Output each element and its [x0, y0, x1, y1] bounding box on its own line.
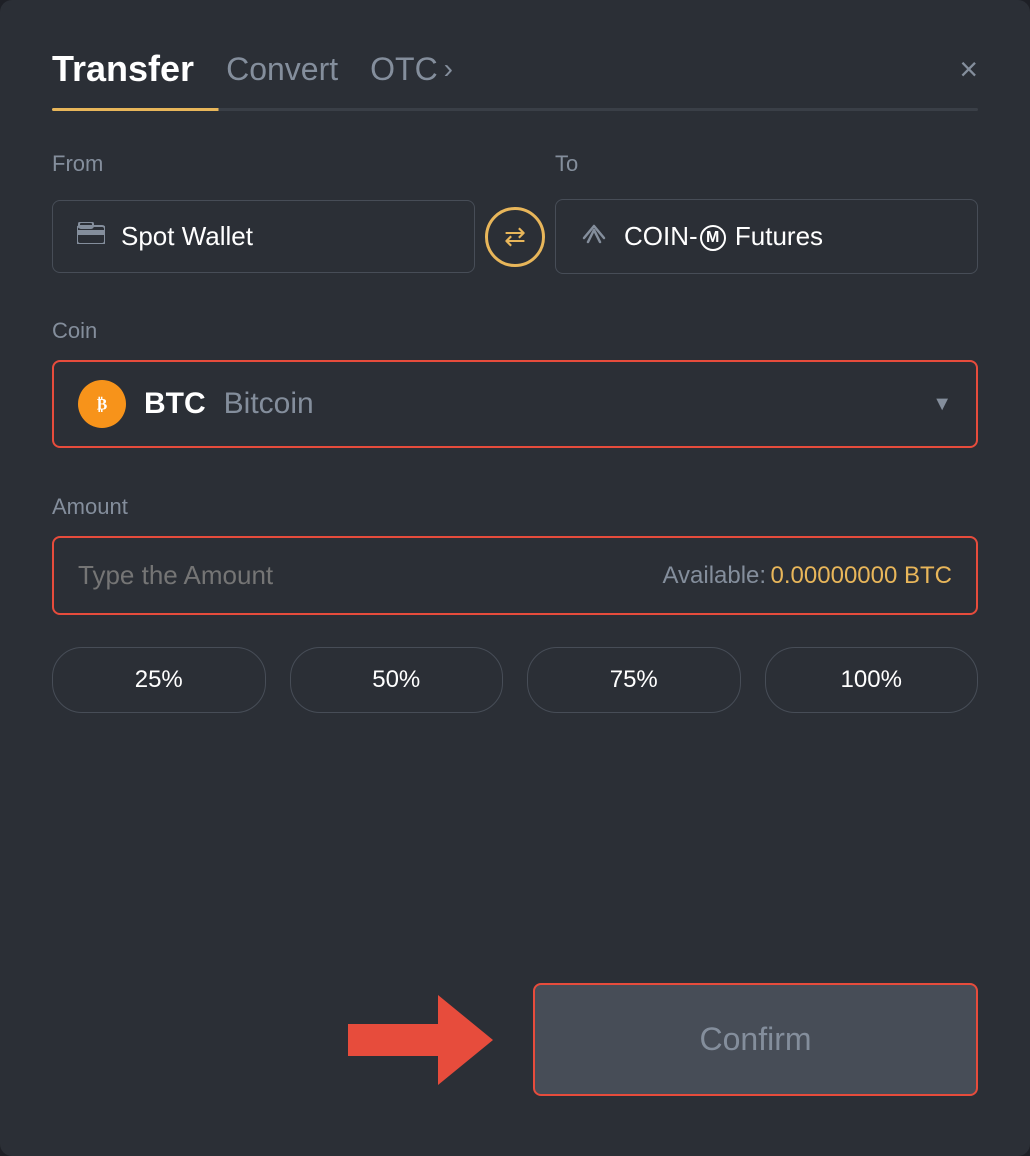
modal-header: Transfer Convert OTC › × — [52, 48, 978, 90]
percent-25-button[interactable]: 25% — [52, 647, 266, 713]
percent-100-button[interactable]: 100% — [765, 647, 979, 713]
coin-symbol: BTC — [144, 387, 206, 421]
tab-convert[interactable]: Convert — [226, 51, 338, 88]
available-amount: 0.00000000 BTC — [771, 562, 952, 589]
to-wallet-box[interactable]: COIN-M Futures — [555, 199, 978, 274]
available-label: Available: — [662, 562, 766, 589]
available-display: Available: 0.00000000 BTC — [662, 562, 952, 590]
amount-input[interactable] — [78, 560, 662, 591]
swap-btn-wrap: ⇄ — [475, 207, 555, 267]
confirm-button[interactable]: Confirm — [533, 983, 978, 1096]
from-to-row: Spot Wallet ⇄ COIN-M Futures — [52, 199, 978, 274]
from-wallet-box[interactable]: Spot Wallet — [52, 200, 475, 273]
red-arrow-icon — [348, 995, 493, 1085]
transfer-modal: Transfer Convert OTC › × From To — [0, 0, 1030, 1156]
swap-button[interactable]: ⇄ — [485, 207, 545, 267]
close-button[interactable]: × — [959, 53, 978, 85]
coin-section: Coin ₿ BTC Bitcoin ▼ — [52, 318, 978, 448]
wallet-card-icon — [77, 222, 105, 251]
futures-icon — [580, 220, 608, 253]
percent-row: 25% 50% 75% 100% — [52, 647, 978, 713]
svg-text:₿: ₿ — [97, 395, 108, 413]
percent-50-button[interactable]: 50% — [290, 647, 504, 713]
amount-input-box: Available: 0.00000000 BTC — [52, 536, 978, 615]
tab-underline — [52, 108, 978, 111]
swap-icon: ⇄ — [504, 221, 526, 252]
percent-75-button[interactable]: 75% — [527, 647, 741, 713]
amount-section: Amount Available: 0.00000000 BTC — [52, 494, 978, 615]
to-label: To — [555, 151, 978, 177]
from-to-labels: From To — [52, 151, 978, 193]
dropdown-arrow-icon: ▼ — [932, 393, 952, 416]
amount-label: Amount — [52, 494, 978, 520]
from-wallet-label: Spot Wallet — [121, 221, 253, 252]
btc-icon: ₿ — [78, 380, 126, 428]
bottom-area: Confirm — [52, 983, 978, 1096]
coin-full-name: Bitcoin — [224, 387, 314, 421]
tab-otc[interactable]: OTC › — [370, 51, 453, 88]
otc-chevron-icon: › — [444, 53, 453, 85]
coin-label: Coin — [52, 318, 978, 344]
to-wallet-label: COIN-M Futures — [624, 221, 823, 252]
arrow-container — [52, 995, 493, 1085]
coin-dropdown[interactable]: ₿ BTC Bitcoin ▼ — [52, 360, 978, 448]
tab-transfer[interactable]: Transfer — [52, 48, 194, 90]
from-label: From — [52, 151, 475, 177]
